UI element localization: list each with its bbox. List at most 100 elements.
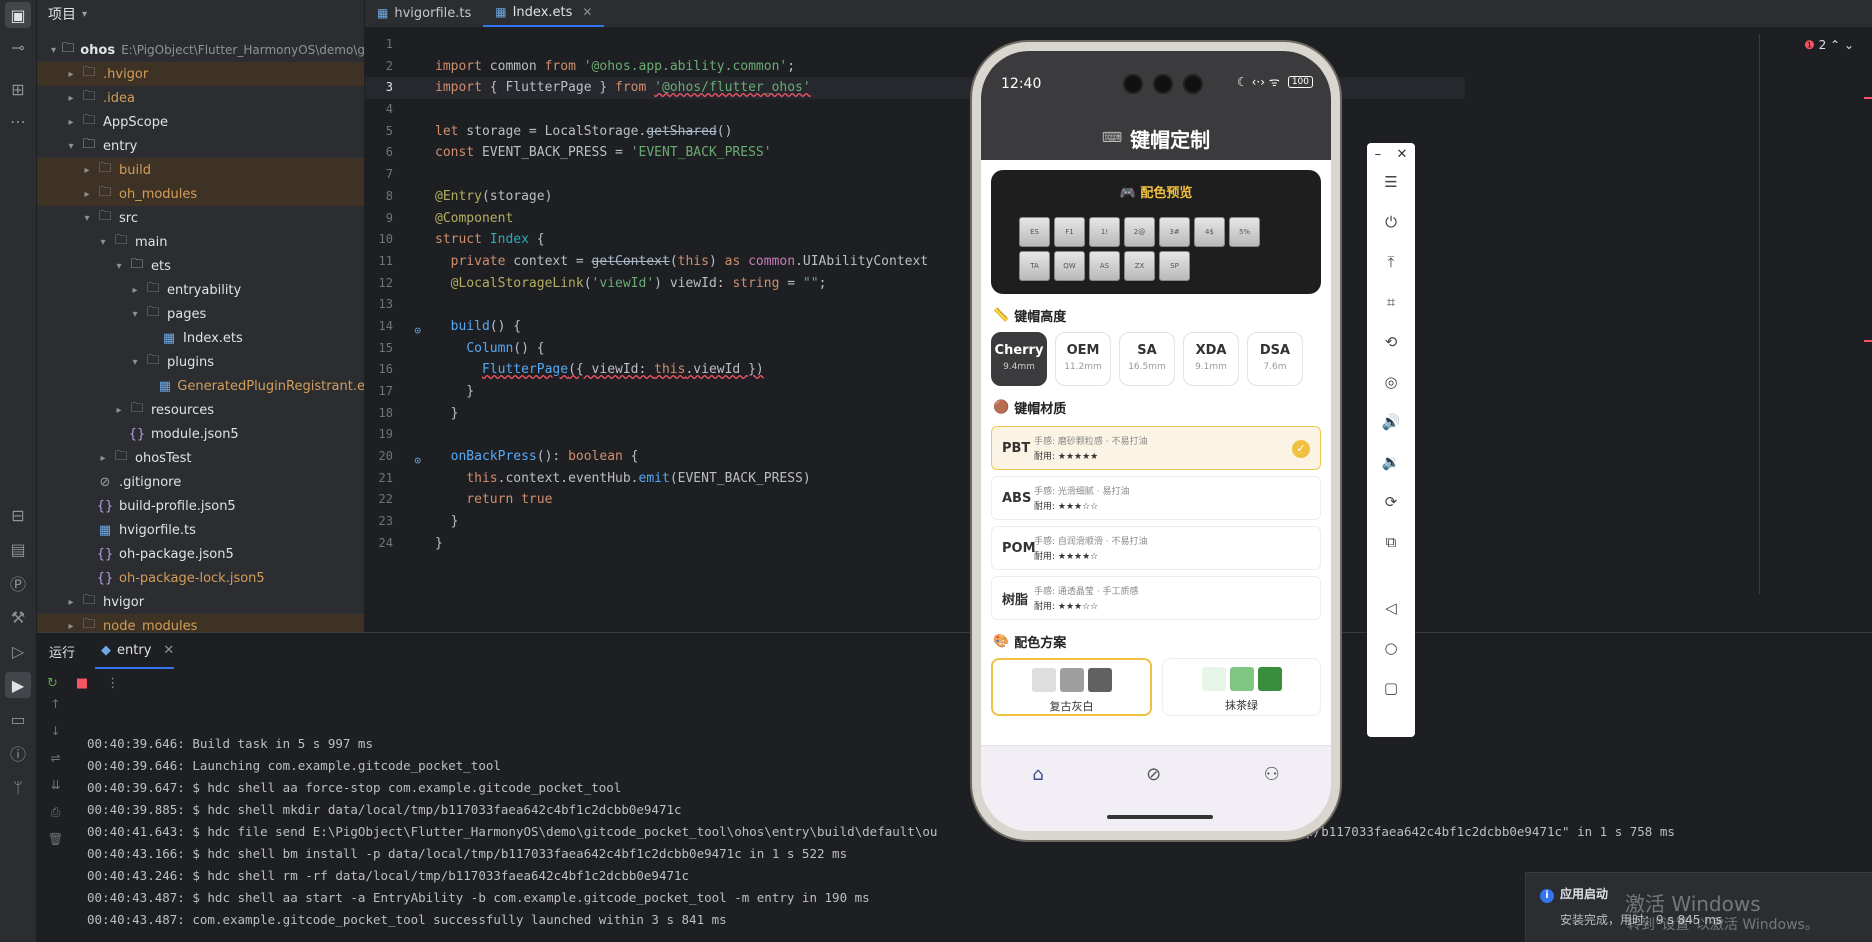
home-indicator[interactable] (1107, 815, 1213, 819)
tree-item[interactable]: ▸ 🗀 oh_modules (37, 182, 364, 206)
scheme-option[interactable]: 复古灰白 (991, 658, 1152, 716)
print-icon[interactable]: ⎙ (37, 805, 74, 832)
tree-item[interactable]: ▸ 🗀 resources (37, 398, 364, 422)
more-icon[interactable]: ⋯ (5, 108, 31, 134)
recent-icon[interactable]: ▢ (1367, 668, 1415, 708)
tab-index[interactable]: ▦ Index.ets ✕ (483, 0, 605, 27)
chevron-right-icon[interactable]: ▸ (127, 285, 143, 296)
tree-item[interactable]: ▾ 🗀 plugins (37, 350, 364, 374)
chevron-down-icon[interactable]: ▾ (63, 141, 79, 152)
minimize-icon[interactable]: – (1375, 147, 1382, 162)
tree-item[interactable]: ▾ 🗀 ets (37, 254, 364, 278)
error-badge[interactable]: ❶ 2 ⌃ ⌄ (1804, 38, 1854, 52)
tree-item[interactable]: ▸ 🗀 entryability (37, 278, 364, 302)
chevron-right-icon[interactable]: ▸ (79, 189, 95, 200)
close-icon[interactable]: ✕ (163, 643, 174, 658)
chevron-right-icon[interactable]: ▸ (95, 453, 111, 464)
git-icon[interactable]: ᛘ (5, 774, 31, 800)
back-icon[interactable]: ◁ (1367, 588, 1415, 628)
chevron-right-icon[interactable]: ▸ (79, 165, 95, 176)
chevron-down-icon[interactable]: ▾ (79, 213, 95, 224)
chevron-down-icon[interactable]: ▾ (95, 237, 111, 248)
multi-screen-icon[interactable]: ⧉ (1367, 522, 1415, 562)
chevron-down-icon[interactable]: ▾ (82, 9, 87, 20)
trash-icon[interactable]: 🗑 (37, 832, 74, 859)
volume-up-icon[interactable]: 🔊 (1367, 402, 1415, 442)
chevron-right-icon[interactable]: ▸ (63, 621, 79, 632)
tree-item[interactable]: ▸ 🗀 node_modules (37, 614, 364, 632)
chevron-right-icon[interactable]: ▸ (111, 405, 127, 416)
chevron-down-icon[interactable]: ⌄ (1844, 38, 1854, 52)
folder-icon[interactable]: ▣ (5, 2, 31, 28)
tree-item[interactable]: ▾ 🗀 pages (37, 302, 364, 326)
profile-icon[interactable]: ⚇ (1264, 764, 1280, 785)
height-option[interactable]: XDA 9.1mm (1183, 332, 1239, 386)
material-option[interactable]: PBT 手感: 磨砂颗粒感 · 不易打油 耐用: ★★★★★ ✓ (991, 426, 1321, 470)
chevron-down-icon[interactable]: ▾ (111, 261, 127, 272)
chevron-down-icon[interactable]: ▾ (47, 45, 60, 56)
tree-item[interactable]: ▸ 🗀 .idea (37, 86, 364, 110)
height-option[interactable]: SA 16.5mm (1119, 332, 1175, 386)
tree-item[interactable]: ▾ 🗀 src (37, 206, 364, 230)
tree-item[interactable]: {} oh-package.json5 (37, 542, 364, 566)
scroll-end-icon[interactable]: ⇊ (37, 778, 74, 805)
structure-icon[interactable]: ⊞ (5, 76, 31, 102)
power-icon[interactable]: ⏻ (1367, 202, 1415, 242)
scroll-up-icon[interactable]: ↑ (37, 697, 74, 724)
tree-item[interactable]: ▦ GeneratedPluginRegistrant.e (37, 374, 364, 398)
stop-icon[interactable]: ■ (76, 676, 88, 691)
terminal-icon[interactable]: ▭ (5, 706, 31, 732)
crop-icon[interactable]: ⌗ (1367, 282, 1415, 322)
height-option[interactable]: Cherry 9.4mm (991, 332, 1047, 386)
error-stripe[interactable] (1864, 340, 1872, 342)
close-icon[interactable]: ✕ (1396, 147, 1407, 162)
volume-down-icon[interactable]: 🔉 (1367, 442, 1415, 482)
chevron-down-icon[interactable]: ▾ (127, 309, 143, 320)
height-option[interactable]: DSA 7.6m (1247, 332, 1303, 386)
material-option[interactable]: ABS 手感: 光滑细腻 · 易打油 耐用: ★★★☆☆ (991, 476, 1321, 520)
services-icon[interactable]: ▷ (5, 638, 31, 664)
soft-wrap-icon[interactable]: ⇌ (37, 751, 74, 778)
tree-item[interactable]: ▸ 🗀 .hvigor (37, 62, 364, 86)
bookmarks-icon[interactable]: ⊟ (5, 502, 31, 528)
chevron-right-icon[interactable]: ▸ (63, 93, 79, 104)
close-icon[interactable]: ✕ (582, 5, 592, 19)
chevron-right-icon[interactable]: ▸ (63, 117, 79, 128)
shake-icon[interactable]: ⟳ (1367, 482, 1415, 522)
tree-item[interactable]: {} oh-package-lock.json5 (37, 566, 364, 590)
screenshot-icon[interactable]: ◎ (1367, 362, 1415, 402)
top-icon[interactable]: ⤒ (1367, 242, 1415, 282)
height-option[interactable]: OEM 11.2mm (1055, 332, 1111, 386)
tree-item[interactable]: ▦ Index.ets (37, 326, 364, 350)
scroll-down-icon[interactable]: ↓ (37, 724, 74, 751)
tree-item[interactable]: ▾ 🗀 ohos E:\PigObject\Flutter_HarmonyOS\dem… (37, 38, 364, 62)
project-header[interactable]: 项目 ▾ (37, 0, 364, 28)
error-stripe[interactable] (1864, 97, 1872, 99)
tables-icon[interactable]: ▤ (5, 536, 31, 562)
chevron-right-icon[interactable]: ▸ (63, 69, 79, 80)
material-option[interactable]: POM 手感: 自润滑顺滑 · 不易打油 耐用: ★★★★☆ (991, 526, 1321, 570)
tree-item[interactable]: ▦ hvigorfile.ts (37, 518, 364, 542)
tree-item[interactable]: {} build-profile.json5 (37, 494, 364, 518)
tree-item[interactable]: ▸ 🗀 AppScope (37, 110, 364, 134)
run-icon[interactable]: ▶ (5, 672, 31, 698)
rerun-icon[interactable]: ↻ (47, 676, 58, 691)
chevron-up-icon[interactable]: ⌃ (1830, 38, 1840, 52)
more-icon[interactable]: ⋮ (106, 676, 119, 691)
scheme-option[interactable]: 抹茶绿 (1162, 658, 1321, 716)
tree-item[interactable]: ▾ 🗀 entry (37, 134, 364, 158)
commit-icon[interactable]: ⊸ (5, 34, 31, 60)
explore-icon[interactable]: ⊘ (1146, 764, 1161, 785)
material-option[interactable]: 树脂 手感: 通透晶莹 · 手工质感 耐用: ★★★☆☆ (991, 576, 1321, 620)
tree-item[interactable]: ▾ 🗀 main (37, 230, 364, 254)
chevron-down-icon[interactable]: ▾ (127, 357, 143, 368)
tree-item[interactable]: ⊘ .gitignore (37, 470, 364, 494)
home-icon[interactable]: ○ (1367, 628, 1415, 668)
rotate-icon[interactable]: ⟲ (1367, 322, 1415, 362)
tree-item[interactable]: ▸ 🗀 ohosTest (37, 446, 364, 470)
tab-hvigorfile[interactable]: ▦ hvigorfile.ts (365, 0, 483, 27)
tree-item[interactable]: ▸ 🗀 hvigor (37, 590, 364, 614)
device-screen[interactable]: 12:40 ☾ ‹·› ᯤ 100 ⌨ 键帽定制 🎮 配色预览 ES F1 1! 2@ 3#… (981, 51, 1331, 831)
chevron-right-icon[interactable]: ▸ (63, 597, 79, 608)
home-icon[interactable]: ⌂ (1032, 764, 1043, 785)
